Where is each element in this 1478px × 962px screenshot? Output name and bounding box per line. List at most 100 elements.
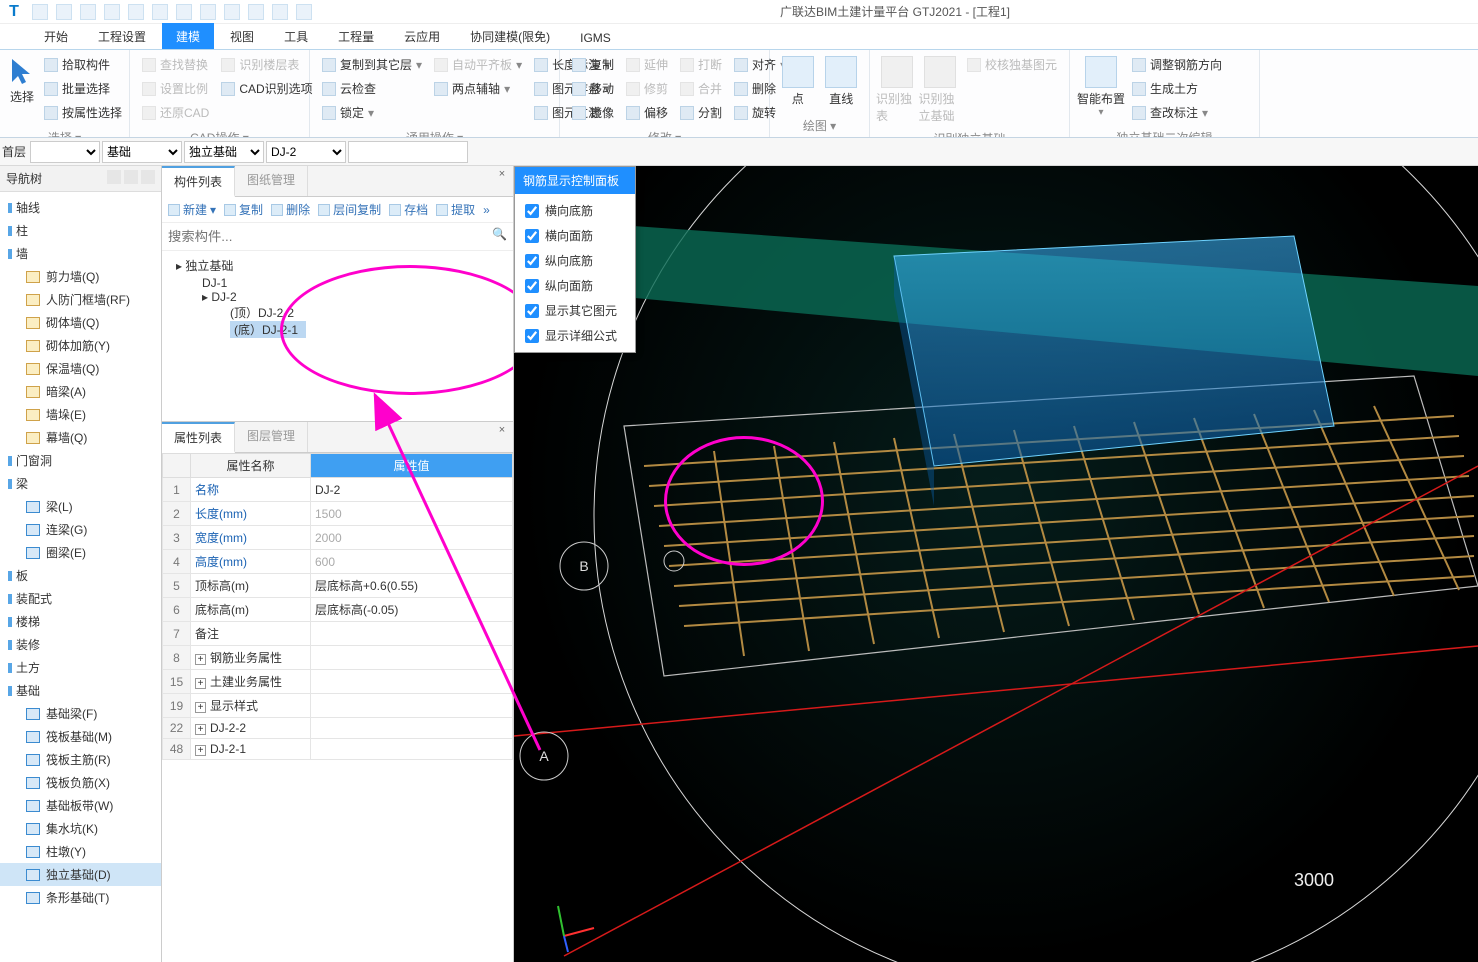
qat-icon-8[interactable] <box>200 4 216 20</box>
pick-component-button[interactable]: 拾取构件 <box>40 54 126 75</box>
mirror-button[interactable]: 镜像 <box>568 102 618 123</box>
nav-cat-axis[interactable]: 轴线 <box>0 196 161 219</box>
checkbox[interactable] <box>525 329 539 343</box>
table-row[interactable]: 2长度(mm)1500 <box>163 502 513 526</box>
nav-item[interactable]: 墙垛(E) <box>0 403 161 426</box>
qat-icon-6[interactable] <box>152 4 168 20</box>
rebar-control-panel[interactable]: 钢筋显示控制面板 横向底筋 横向面筋 纵向底筋 纵向面筋 显示其它图元 显示详细… <box>514 166 636 353</box>
close-prop-icon[interactable]: × <box>495 424 509 438</box>
move-button[interactable]: 移动 <box>568 78 618 99</box>
search-input[interactable] <box>166 226 489 247</box>
rebar-checkbox[interactable]: 纵向面筋 <box>525 277 625 294</box>
nav-tree[interactable]: 轴线柱墙剪力墙(Q)人防门框墙(RF)砌体墙(Q)砌体加筋(Y)保温墙(Q)暗梁… <box>0 192 161 962</box>
qat-open-icon[interactable] <box>56 4 72 20</box>
qat-icon-9[interactable] <box>224 4 240 20</box>
select-button[interactable]: 选择 <box>6 54 38 105</box>
close-panel-icon[interactable]: × <box>495 168 509 182</box>
nav-item[interactable]: 砌体墙(Q) <box>0 311 161 334</box>
nav-cat-slab[interactable]: 板 <box>0 564 161 587</box>
cad-options-button[interactable]: CAD识别选项 <box>217 78 316 99</box>
tree-root[interactable]: ▸ 独立基础 <box>162 255 513 276</box>
copy-to-floor-button[interactable]: 复制到其它层 <box>318 54 426 75</box>
checkbox[interactable] <box>525 229 539 243</box>
qat-icon-7[interactable] <box>176 4 192 20</box>
floor-copy-button[interactable]: 层间复制 <box>318 201 381 218</box>
table-row[interactable]: 15+土建业务属性 <box>163 670 513 694</box>
qat-redo-icon[interactable] <box>128 4 144 20</box>
nav-cat-earth[interactable]: 土方 <box>0 656 161 679</box>
table-row[interactable]: 1名称DJ-2 <box>163 478 513 502</box>
checkbox[interactable] <box>525 254 539 268</box>
table-row[interactable]: 5顶标高(m)层底标高+0.6(0.55) <box>163 574 513 598</box>
nav-item[interactable]: 剪力墙(Q) <box>0 265 161 288</box>
checkbox[interactable] <box>525 204 539 218</box>
qat-save-icon[interactable] <box>80 4 96 20</box>
generate-earthwork-button[interactable]: 生成土方 <box>1128 78 1226 99</box>
nav-item[interactable]: 暗梁(A) <box>0 380 161 403</box>
viewport-3d[interactable]: B A 3000 钢筋显示控制面板 横向底筋 横向面筋 纵向底筋 纵向面筋 显示… <box>514 166 1478 962</box>
nav-cat-beam[interactable]: 梁 <box>0 472 161 495</box>
rebar-checkbox[interactable]: 纵向底筋 <box>525 252 625 269</box>
tree-dj1[interactable]: DJ-1 <box>162 276 513 290</box>
copy-comp-button[interactable]: 复制 <box>224 201 263 218</box>
table-row[interactable]: 8+钢筋业务属性 <box>163 646 513 670</box>
tab-modeling[interactable]: 建模 <box>162 23 214 49</box>
table-row[interactable]: 3宽度(mm)2000 <box>163 526 513 550</box>
more-button[interactable]: » <box>483 203 490 217</box>
nav-item[interactable]: 圈梁(E) <box>0 541 161 564</box>
nav-item[interactable]: 独立基础(D) <box>0 863 161 886</box>
table-row[interactable]: 19+显示样式 <box>163 694 513 718</box>
tab-layer-mgmt[interactable]: 图层管理 <box>235 422 308 452</box>
nav-item[interactable]: 条形基础(T) <box>0 886 161 909</box>
tab-settings[interactable]: 工程设置 <box>84 23 160 49</box>
qat-new-icon[interactable] <box>32 4 48 20</box>
table-row[interactable]: 4高度(mm)600 <box>163 550 513 574</box>
nav-tool-3-icon[interactable] <box>141 170 155 184</box>
new-button[interactable]: 新建 ▾ <box>168 201 216 218</box>
tree-dj2-1[interactable]: (底）DJ-2-1 <box>230 321 306 338</box>
qat-icon-12[interactable] <box>296 4 312 20</box>
table-row[interactable]: 22+DJ-2-2 <box>163 718 513 739</box>
smart-layout-button[interactable]: 智能布置▾ <box>1076 54 1126 118</box>
tab-igms[interactable]: IGMS <box>566 26 625 49</box>
offset-button[interactable]: 偏移 <box>622 102 672 123</box>
delete-comp-button[interactable]: 删除 <box>271 201 310 218</box>
nav-cat-deco[interactable]: 装修 <box>0 633 161 656</box>
nav-item[interactable]: 保温墙(Q) <box>0 357 161 380</box>
component-select[interactable]: DJ-2 <box>266 141 346 163</box>
rebar-checkbox[interactable]: 显示详细公式 <box>525 327 625 344</box>
rebar-checkbox[interactable]: 横向底筋 <box>525 202 625 219</box>
nav-item[interactable]: 砌体加筋(Y) <box>0 334 161 357</box>
nav-item[interactable]: 连梁(G) <box>0 518 161 541</box>
qat-icon-11[interactable] <box>272 4 288 20</box>
tree-dj2[interactable]: ▸ DJ-2 <box>162 290 513 304</box>
nav-item[interactable]: 筏板主筋(R) <box>0 748 161 771</box>
tab-start[interactable]: 开始 <box>30 23 82 49</box>
nav-cat-opening[interactable]: 门窗洞 <box>0 449 161 472</box>
nav-cat-col[interactable]: 柱 <box>0 219 161 242</box>
tab-collab[interactable]: 协同建模(限免) <box>456 23 564 49</box>
tab-quantity[interactable]: 工程量 <box>324 23 388 49</box>
lock-button[interactable]: 锁定 <box>318 102 426 123</box>
nav-tool-2-icon[interactable] <box>124 170 138 184</box>
tab-drawing-mgmt[interactable]: 图纸管理 <box>235 166 308 196</box>
tab-properties[interactable]: 属性列表 <box>162 422 235 453</box>
nav-cat-stair[interactable]: 楼梯 <box>0 610 161 633</box>
archive-button[interactable]: 存档 <box>389 201 428 218</box>
batch-select-button[interactable]: 批量选择 <box>40 78 126 99</box>
nav-item[interactable]: 筏板基础(M) <box>0 725 161 748</box>
tree-dj2-2[interactable]: (顶）DJ-2-2 <box>162 304 513 321</box>
tab-cloud[interactable]: 云应用 <box>390 23 454 49</box>
nav-item[interactable]: 筏板负筋(X) <box>0 771 161 794</box>
table-row[interactable]: 7备注 <box>163 622 513 646</box>
search-icon[interactable]: 🔍 <box>492 227 507 241</box>
table-row[interactable]: 48+DJ-2-1 <box>163 739 513 760</box>
copy-button[interactable]: 复制 <box>568 54 618 75</box>
split-button[interactable]: 分割 <box>676 102 726 123</box>
line-button[interactable]: 直线 <box>820 54 864 107</box>
qat-icon-10[interactable] <box>248 4 264 20</box>
two-point-axis-button[interactable]: 两点辅轴 <box>430 78 526 99</box>
nav-cat-wall[interactable]: 墙 <box>0 242 161 265</box>
adjust-rebar-dir-button[interactable]: 调整钢筋方向 <box>1128 54 1226 75</box>
checkbox[interactable] <box>525 304 539 318</box>
